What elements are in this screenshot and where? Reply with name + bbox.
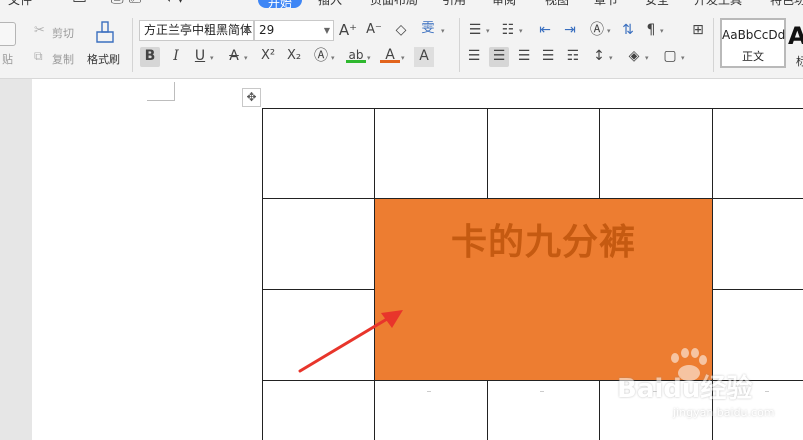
watermark-brand: Baidu经验 [617, 374, 753, 404]
baidu-watermark: Baidu经验 jingyan.baidu.com [617, 348, 803, 440]
watermark-url: jingyan.baidu.com [673, 406, 775, 419]
